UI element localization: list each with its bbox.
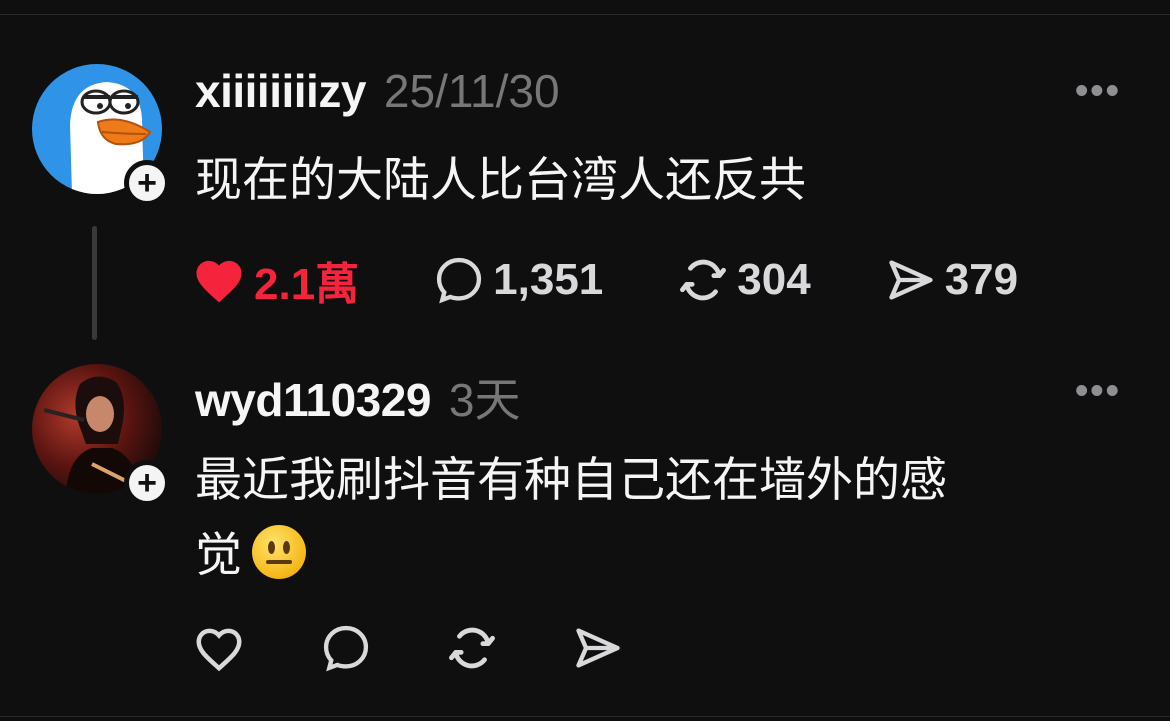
avatar-xiiiiiiiizy[interactable]: +	[32, 64, 170, 206]
reply-count: 1,351	[493, 255, 604, 304]
follow-button[interactable]: +	[124, 160, 170, 206]
username[interactable]: xiiiiiiiizy	[195, 64, 366, 118]
share-button[interactable]: 379	[885, 254, 1018, 306]
action-bar	[192, 622, 624, 674]
follow-button[interactable]: +	[124, 460, 170, 506]
comment-bubble-icon	[323, 625, 369, 672]
post-text: 现在的大陆人比台湾人还反共	[195, 153, 806, 206]
send-icon	[576, 628, 620, 668]
avatar-wyd110329[interactable]: +	[32, 364, 170, 506]
neutral-face-emoji	[252, 525, 306, 579]
heart-filled-icon	[196, 260, 242, 303]
post-text-tail: 觉	[195, 528, 242, 581]
plus-icon: +	[137, 464, 157, 502]
bottom-divider	[0, 716, 1170, 717]
post-header: xiiiiiiiizy 25/11/30	[195, 64, 560, 118]
like-button[interactable]: 2.1萬	[192, 248, 359, 312]
post-text-line-1: 最近我刷抖音有种自己还在墙外的感	[195, 453, 947, 506]
repost-button[interactable]: 304	[677, 254, 811, 306]
share-count: 379	[944, 255, 1019, 304]
action-bar: 2.1萬 1,351 304 379	[192, 248, 1018, 312]
like-button[interactable]	[192, 623, 246, 673]
username[interactable]: wyd110329	[195, 373, 431, 427]
top-divider	[0, 14, 1170, 15]
thread-line	[92, 226, 97, 340]
timestamp: 25/11/30	[383, 65, 560, 117]
timestamp: 3天	[448, 374, 521, 426]
share-button[interactable]	[572, 622, 624, 674]
comment-bubble-icon	[437, 257, 482, 304]
repost-icon	[680, 259, 727, 301]
reply-button[interactable]: 1,351	[433, 254, 603, 306]
like-count: 2.1萬	[254, 260, 360, 309]
heart-outline-icon	[196, 628, 242, 672]
send-icon	[889, 260, 933, 300]
repost-button[interactable]	[446, 622, 498, 674]
more-options-button[interactable]: •••	[1075, 70, 1121, 113]
repost-count: 304	[737, 255, 811, 304]
repost-icon	[449, 627, 495, 669]
post-header: wyd110329 3天	[195, 364, 521, 430]
plus-icon: +	[137, 164, 157, 202]
more-options-button[interactable]: •••	[1075, 370, 1121, 413]
post-text-line-2: 觉	[195, 520, 306, 590]
reply-button[interactable]	[320, 622, 372, 674]
more-horizontal-icon: •••	[1075, 70, 1121, 112]
more-horizontal-icon: •••	[1075, 370, 1121, 412]
